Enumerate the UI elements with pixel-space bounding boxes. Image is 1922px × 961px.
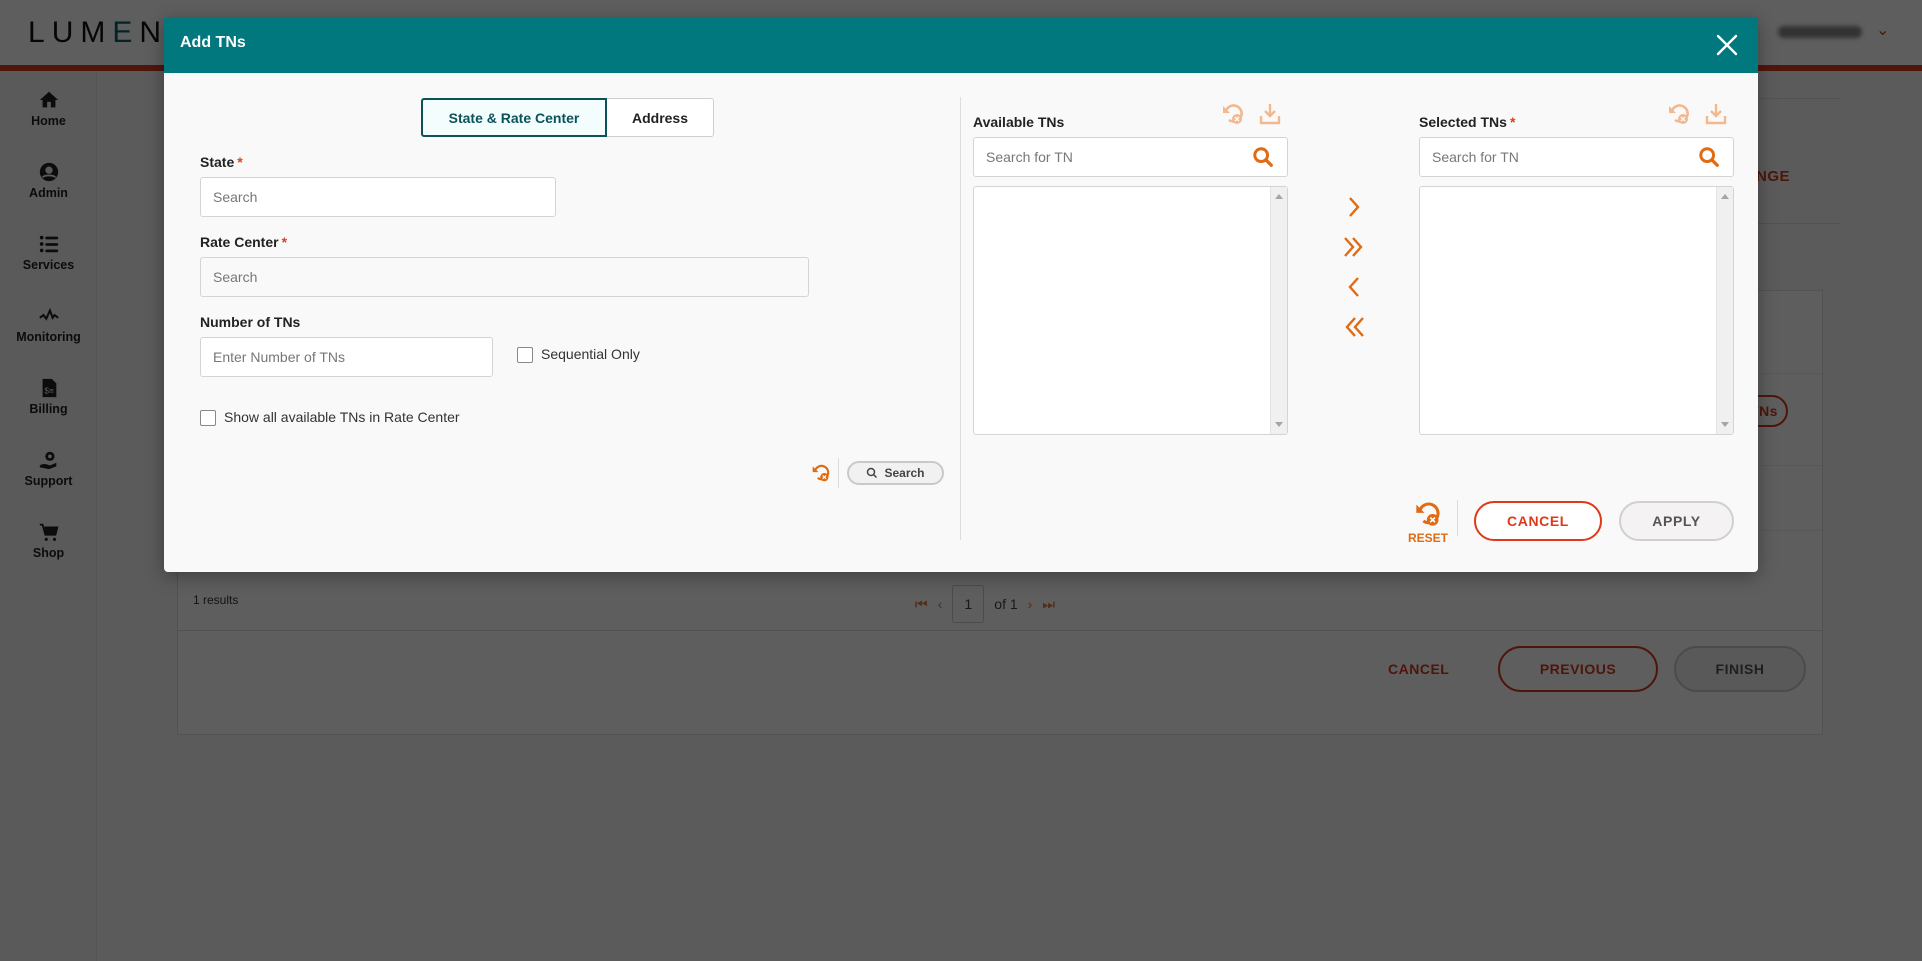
divider (838, 458, 839, 488)
move-right-icon[interactable] (1342, 194, 1366, 220)
clear-available-icon[interactable] (1221, 102, 1245, 126)
available-tns-scrollbar[interactable] (1270, 187, 1287, 434)
sequential-only-checkbox[interactable] (517, 347, 533, 363)
available-tns-list[interactable] (973, 186, 1288, 435)
clear-selected-icon[interactable] (1667, 102, 1691, 126)
show-all-checkbox[interactable] (200, 410, 216, 426)
move-all-right-icon[interactable] (1342, 234, 1366, 260)
tab-state-rate-center[interactable]: State & Rate Center (421, 98, 607, 137)
rate-center-input[interactable] (200, 257, 809, 297)
search-icon[interactable] (1252, 146, 1274, 168)
selected-tns-list[interactable] (1419, 186, 1734, 435)
selected-tns-label-text: Selected TNs (1419, 114, 1507, 130)
available-tns-search-input[interactable] (973, 137, 1288, 177)
scroll-up-icon[interactable] (1275, 194, 1283, 199)
search-icon[interactable] (1698, 146, 1720, 168)
required-marker: * (281, 234, 288, 250)
add-tns-modal: Add TNs State & Rate Center Address Stat… (164, 18, 1758, 572)
modal-header: Add TNs (164, 18, 1758, 73)
reset-icon (1416, 502, 1440, 526)
selected-tns-search-input[interactable] (1419, 137, 1734, 177)
tab-address[interactable]: Address (607, 98, 714, 137)
close-icon[interactable] (1710, 28, 1744, 62)
scroll-up-icon[interactable] (1721, 194, 1729, 199)
section-divider (960, 97, 961, 540)
number-of-tns-input[interactable] (200, 337, 493, 377)
reset-label: RESET (1407, 531, 1448, 545)
selected-tns-scrollbar[interactable] (1716, 187, 1733, 434)
show-all-label: Show all available TNs in Rate Center (224, 409, 460, 425)
search-icon (867, 467, 878, 479)
modal-title: Add TNs (180, 34, 246, 51)
download-selected-icon[interactable] (1704, 102, 1728, 126)
scroll-down-icon[interactable] (1275, 422, 1283, 427)
reset-form-icon[interactable] (811, 463, 831, 483)
available-tns-label: Available TNs (973, 114, 1065, 130)
search-button[interactable]: Search (847, 461, 944, 485)
sequential-only-label: Sequential Only (541, 346, 640, 362)
state-label: State * (200, 154, 243, 170)
apply-button[interactable]: APPLY (1619, 501, 1734, 541)
rate-center-label-text: Rate Center (200, 234, 279, 250)
divider (1457, 500, 1458, 536)
required-marker: * (1509, 114, 1516, 130)
state-label-text: State (200, 154, 235, 170)
download-available-icon[interactable] (1258, 102, 1282, 126)
selected-tns-label: Selected TNs * (1419, 114, 1515, 130)
number-of-tns-label: Number of TNs (200, 314, 301, 330)
move-left-icon[interactable] (1342, 274, 1366, 300)
cancel-button[interactable]: CANCEL (1474, 501, 1602, 541)
move-all-left-icon[interactable] (1342, 314, 1366, 340)
rate-center-label: Rate Center * (200, 234, 287, 250)
state-input[interactable] (200, 177, 556, 217)
search-button-label: Search (884, 466, 925, 480)
scroll-down-icon[interactable] (1721, 422, 1729, 427)
required-marker: * (237, 154, 243, 170)
reset-button[interactable]: RESET (1405, 500, 1451, 545)
